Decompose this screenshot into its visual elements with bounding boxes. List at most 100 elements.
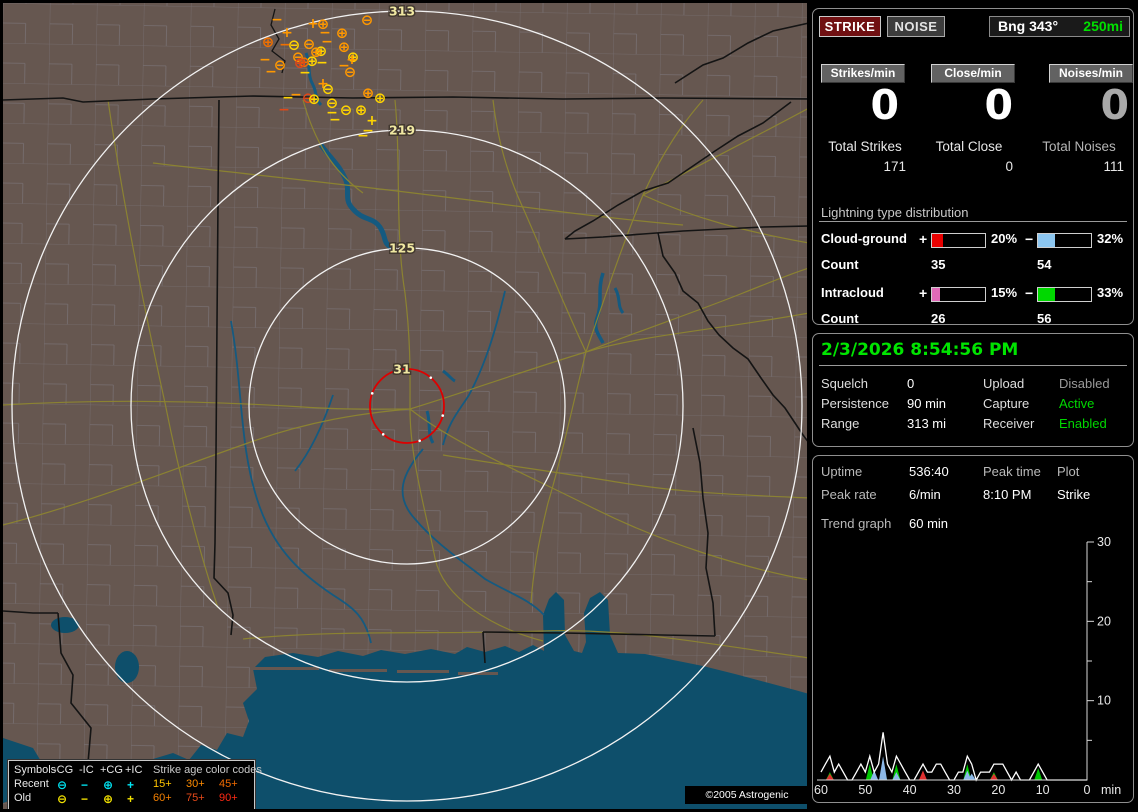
legend-age-title: Strike age color codes xyxy=(153,764,262,776)
capture-status: Active xyxy=(1059,396,1095,411)
bearing-value: Bng 343° xyxy=(998,18,1059,34)
svg-text:10: 10 xyxy=(1036,783,1050,797)
circle-minus-icon: ⊖ xyxy=(57,792,68,806)
peak-rate-value: 6/min xyxy=(909,487,941,502)
age-code-15: 15+ xyxy=(153,778,172,790)
svg-text:−: − xyxy=(299,65,311,81)
divider xyxy=(819,365,1127,366)
total-close-value: 0 xyxy=(1005,159,1013,174)
svg-text:31: 31 xyxy=(393,362,410,377)
trend-graph-window: 60 min xyxy=(909,516,949,531)
strikes-per-min-value: 0 xyxy=(870,81,899,129)
upload-label: Upload xyxy=(983,376,1025,391)
svg-text:−: − xyxy=(279,37,291,53)
svg-text:313: 313 xyxy=(389,4,415,19)
svg-text:⊕: ⊕ xyxy=(308,90,321,108)
distribution-title: Lightning type distribution xyxy=(821,205,969,220)
neg-ic-count: 56 xyxy=(1037,311,1052,326)
plot-label: Plot xyxy=(1057,464,1080,479)
minus-icon: − xyxy=(81,792,89,806)
svg-text:30: 30 xyxy=(1097,536,1111,549)
age-code-90: 90+ xyxy=(219,792,238,804)
map-canvas[interactable]: 313 219 125 31 ⊖ − + ⊕ + − ⊕ ⊕ − ⊖ ⊖ − ⊕ ⊕ ⊕ ⊖ ⊕ ⊕ ⊕ ⊕ − ⊖ − ⊖ − − + −… xyxy=(3,3,807,809)
persistence-label: Persistence xyxy=(821,396,889,411)
total-close-label: Total Close xyxy=(935,139,1003,154)
age-code-60: 60+ xyxy=(153,792,172,804)
receiver-status: Enabled xyxy=(1059,416,1107,431)
app-window: { "top_panel": { "strike_button": "STRIK… xyxy=(0,0,1138,812)
ic-count-label: Count xyxy=(821,311,859,326)
svg-text:⊕: ⊕ xyxy=(262,33,275,51)
copyright-label: ©2005 Astrogenic Systems xyxy=(685,786,807,809)
legend-col-pos-ic: +IC xyxy=(125,764,143,776)
noises-per-min-value: 0 xyxy=(1100,81,1129,129)
persistence-value: 90 min xyxy=(907,396,947,411)
neg-cg-pct: 32% xyxy=(1097,231,1124,246)
legend-col-neg-ic: -IC xyxy=(79,764,94,776)
bearing-readout: Bng 343° 250mi xyxy=(989,16,1130,37)
trend-panel: Uptime 536:40 Peak time Plot Peak rate 6… xyxy=(812,455,1134,803)
total-strikes-label: Total Strikes xyxy=(828,139,902,154)
neg-ic-bar xyxy=(1037,287,1092,302)
strike-mode-button[interactable]: STRIKE xyxy=(819,16,881,37)
svg-text:⊕: ⊕ xyxy=(362,84,375,102)
circle-plus-icon: ⊕ xyxy=(103,778,114,792)
range-value: 313 mi xyxy=(907,416,947,431)
datetime-display: 2/3/2026 8:54:56 PM xyxy=(821,340,1019,360)
svg-text:−: − xyxy=(357,128,369,144)
pos-cg-count: 35 xyxy=(931,257,946,272)
peak-time-value: 8:10 PM xyxy=(983,487,1032,502)
legend-row-old-label: Old xyxy=(14,792,32,804)
svg-text:125: 125 xyxy=(389,241,415,256)
squelch-label: Squelch xyxy=(821,376,868,391)
plot-mode-value: Strike xyxy=(1057,487,1091,502)
svg-text:50: 50 xyxy=(858,783,872,797)
circle-plus-icon: ⊕ xyxy=(103,792,114,806)
noise-mode-button[interactable]: NOISE xyxy=(887,16,945,37)
divider xyxy=(819,221,1127,222)
minus-icon: − xyxy=(1025,285,1034,301)
capture-label: Capture xyxy=(983,396,1030,411)
svg-text:−: − xyxy=(259,52,271,68)
pos-ic-pct: 15% xyxy=(991,285,1018,300)
legend-col-neg-cg: -CG xyxy=(53,764,74,776)
legend-col-pos-cg: +CG xyxy=(100,764,123,776)
svg-text:10: 10 xyxy=(1097,694,1111,708)
intracloud-label: Intracloud xyxy=(821,285,884,300)
cloud-ground-label: Cloud-ground xyxy=(821,231,907,246)
plus-icon: + xyxy=(127,792,135,806)
svg-text:⊖: ⊖ xyxy=(361,11,374,29)
bearing-distance: 250mi xyxy=(1083,18,1123,34)
svg-text:20: 20 xyxy=(1097,614,1111,628)
close-per-min-value: 0 xyxy=(984,81,1013,129)
peak-time-label: Peak time xyxy=(983,464,1041,479)
legend-row-recent-label: Recent xyxy=(14,778,49,790)
map-image: 31321912531 ⊖− +⊕+ − ⊕⊕ −⊖ ⊖− ⊕⊕⊕⊖ ⊕⊕⊕⊕ −⊖ −⊖− −+−… xyxy=(3,3,807,809)
svg-text:−: − xyxy=(329,112,341,128)
svg-text:60: 60 xyxy=(814,783,828,797)
minus-icon: − xyxy=(81,778,89,792)
svg-text:⊕: ⊕ xyxy=(374,89,387,107)
squelch-value: 0 xyxy=(907,376,915,391)
peak-rate-label: Peak rate xyxy=(821,487,877,502)
pos-ic-bar xyxy=(931,287,986,302)
plus-icon: + xyxy=(919,231,928,247)
legend-symbols-header: Symbols xyxy=(14,764,57,776)
status-panel: 2/3/2026 8:54:56 PM Squelch 0 Upload Dis… xyxy=(812,333,1134,447)
pos-cg-pct: 20% xyxy=(991,231,1018,246)
total-noises-value: 111 xyxy=(1103,159,1124,174)
age-code-75: 75+ xyxy=(186,792,205,804)
plus-icon: + xyxy=(127,778,135,792)
upload-status: Disabled xyxy=(1059,376,1110,391)
svg-text:20: 20 xyxy=(991,783,1005,797)
age-code-45: 45+ xyxy=(219,778,238,790)
map-legend: Symbols -CG -IC +CG +IC Strike age color… xyxy=(7,759,262,809)
plus-icon: + xyxy=(919,285,928,301)
neg-cg-count: 54 xyxy=(1037,257,1052,272)
age-code-30: 30+ xyxy=(186,778,205,790)
minus-icon: − xyxy=(1025,231,1034,247)
pos-ic-count: 26 xyxy=(931,311,946,326)
svg-text:−: − xyxy=(278,102,290,118)
total-strikes-value: 171 xyxy=(883,159,906,174)
svg-text:219: 219 xyxy=(389,123,415,138)
